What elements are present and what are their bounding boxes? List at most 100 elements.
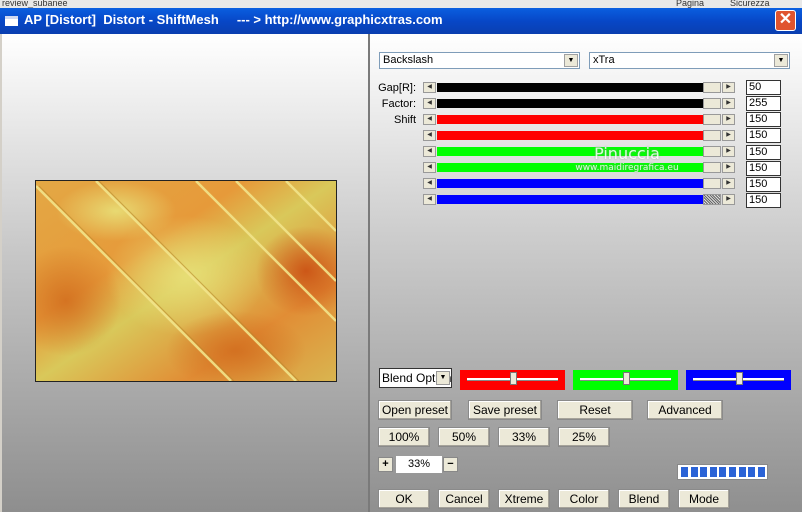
- slider-thumb[interactable]: [703, 146, 721, 157]
- slider-gap[interactable]: ◀ ▶: [423, 82, 737, 93]
- slider-shift-blue-2[interactable]: ◀ ▶: [423, 194, 737, 205]
- zoom-50-button[interactable]: 50%: [438, 427, 490, 447]
- scroll-right-icon[interactable]: ▶: [722, 82, 735, 93]
- blend-slider-knob[interactable]: [509, 372, 517, 385]
- reset-button[interactable]: Reset: [557, 400, 633, 420]
- blend-slider-red[interactable]: [460, 370, 565, 390]
- open-preset-button[interactable]: Open preset: [378, 400, 452, 420]
- progress-bar: [677, 464, 768, 480]
- ok-button[interactable]: OK: [378, 489, 430, 509]
- param-label-gap: Gap[R]:: [378, 82, 416, 94]
- scroll-right-icon[interactable]: ▶: [722, 130, 735, 141]
- scroll-left-icon[interactable]: ◀: [423, 114, 436, 125]
- slider-thumb[interactable]: [703, 114, 721, 125]
- slider-track[interactable]: [437, 83, 703, 92]
- slider-track[interactable]: [437, 115, 703, 124]
- cancel-button[interactable]: Cancel: [438, 489, 490, 509]
- scroll-right-icon[interactable]: ▶: [722, 98, 735, 109]
- slider-track[interactable]: [437, 179, 703, 188]
- chevron-down-icon[interactable]: ▼: [436, 371, 450, 385]
- value-field-gap[interactable]: 50: [746, 80, 781, 95]
- watermark: Pinuccia www.maidiregrafica.eu: [560, 144, 694, 173]
- progress-segment: [748, 467, 756, 477]
- zoom-25-button[interactable]: 25%: [558, 427, 610, 447]
- save-preset-button[interactable]: Save preset: [468, 400, 542, 420]
- slider-shift-red-2[interactable]: ◀ ▶: [423, 130, 737, 141]
- blend-button[interactable]: Blend: [618, 489, 670, 509]
- progress-segment: [729, 467, 736, 477]
- slider-track[interactable]: [437, 99, 703, 108]
- slider-thumb[interactable]: [703, 82, 721, 93]
- mode-select[interactable]: xTra ▼: [589, 52, 790, 69]
- close-icon: ✕: [778, 11, 793, 28]
- slider-track[interactable]: [437, 131, 703, 140]
- chevron-down-icon[interactable]: ▼: [564, 54, 578, 67]
- value-field-shift-blue-1[interactable]: 150: [746, 177, 781, 192]
- blend-options-select[interactable]: Blend Options ▼: [379, 368, 452, 388]
- scroll-left-icon[interactable]: ◀: [423, 130, 436, 141]
- effect-select[interactable]: Backslash ▼: [379, 52, 580, 69]
- watermark-site: www.maidiregrafica.eu: [575, 163, 679, 173]
- blend-slider-knob[interactable]: [622, 372, 630, 385]
- value-field-shift-green-1[interactable]: 150: [746, 145, 781, 160]
- scroll-right-icon[interactable]: ▶: [722, 178, 735, 189]
- value-field-shift-blue-2[interactable]: 150: [746, 193, 781, 208]
- scroll-right-icon[interactable]: ▶: [722, 162, 735, 173]
- scroll-left-icon[interactable]: ◀: [423, 162, 436, 173]
- zoom-in-button[interactable]: +: [378, 457, 393, 472]
- advanced-button[interactable]: Advanced: [647, 400, 723, 420]
- title-bar[interactable]: AP [Distort] Distort - ShiftMesh --- > h…: [0, 8, 802, 34]
- mode-button[interactable]: Mode: [678, 489, 730, 509]
- zoom-100-button[interactable]: 100%: [378, 427, 430, 447]
- zoom-33-button[interactable]: 33%: [498, 427, 550, 447]
- slider-thumb[interactable]: [703, 130, 721, 141]
- window-icon: [5, 16, 18, 26]
- slider-shift-red-1[interactable]: ◀ ▶: [423, 114, 737, 125]
- value-field-shift-red-1[interactable]: 150: [746, 112, 781, 127]
- preview-image: [35, 180, 337, 382]
- blend-slider-green[interactable]: [573, 370, 678, 390]
- progress-segment: [757, 467, 765, 477]
- value-field-shift-green-2[interactable]: 150: [746, 161, 781, 176]
- slider-thumb[interactable]: [703, 194, 721, 205]
- slider-shift-blue-1[interactable]: ◀ ▶: [423, 178, 737, 189]
- scroll-left-icon[interactable]: ◀: [423, 178, 436, 189]
- scroll-left-icon[interactable]: ◀: [423, 98, 436, 109]
- progress-segment: [709, 467, 717, 477]
- window-title: AP [Distort] Distort - ShiftMesh --- > h…: [24, 12, 443, 27]
- scroll-right-icon[interactable]: ▶: [722, 114, 735, 125]
- progress-segment: [690, 467, 698, 477]
- progress-segment: [738, 467, 746, 477]
- scroll-left-icon[interactable]: ◀: [423, 82, 436, 93]
- progress-segment: [700, 467, 708, 477]
- watermark-name: Pinuccia: [594, 144, 660, 163]
- param-label-shift: Shift: [393, 114, 416, 126]
- progress-segment: [719, 467, 727, 477]
- color-button[interactable]: Color: [558, 489, 610, 509]
- zoom-out-button[interactable]: −: [443, 457, 458, 472]
- chevron-down-icon[interactable]: ▼: [774, 54, 788, 67]
- value-field-shift-red-2[interactable]: 150: [746, 128, 781, 143]
- slider-thumb[interactable]: [703, 178, 721, 189]
- slider-track[interactable]: [437, 195, 703, 204]
- close-button[interactable]: ✕: [775, 10, 796, 31]
- xtreme-button[interactable]: Xtreme: [498, 489, 550, 509]
- zoom-level-field[interactable]: 33%: [396, 456, 442, 473]
- slider-factor[interactable]: ◀ ▶: [423, 98, 737, 109]
- scroll-right-icon[interactable]: ▶: [722, 194, 735, 205]
- effect-select-value: Backslash: [383, 54, 434, 66]
- mode-select-value: xTra: [593, 54, 615, 66]
- scroll-left-icon[interactable]: ◀: [423, 194, 436, 205]
- background-text-3: Sicurezza: [730, 0, 770, 8]
- slider-thumb[interactable]: [703, 162, 721, 173]
- slider-thumb[interactable]: [703, 98, 721, 109]
- param-label-factor: Factor:: [381, 98, 416, 110]
- scroll-left-icon[interactable]: ◀: [423, 146, 436, 157]
- value-field-factor[interactable]: 255: [746, 96, 781, 111]
- blend-slider-blue[interactable]: [686, 370, 791, 390]
- background-text-2: Pagina: [676, 0, 705, 8]
- scroll-right-icon[interactable]: ▶: [722, 146, 735, 157]
- progress-segment: [681, 467, 688, 477]
- background-text-1: review_subanee: [2, 0, 68, 8]
- blend-slider-knob[interactable]: [735, 372, 743, 385]
